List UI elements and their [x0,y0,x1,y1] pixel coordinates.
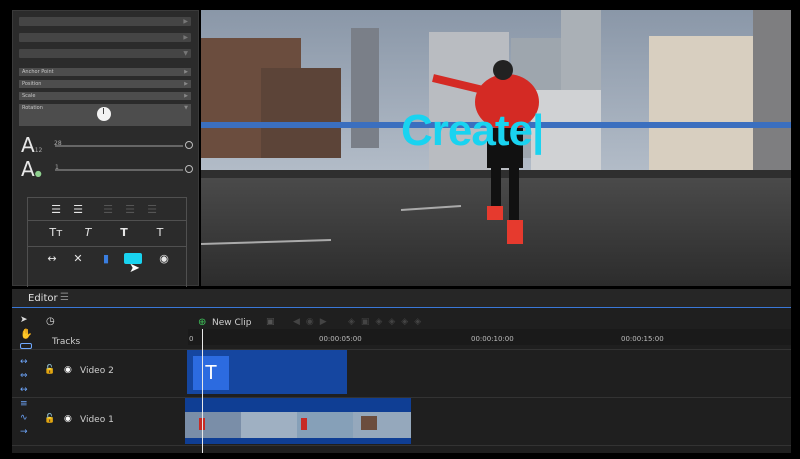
eye-icon[interactable]: ◉ [156,252,172,265]
rotation-dial[interactable] [97,107,111,121]
chevron-right-icon: ▶ [183,18,188,25]
arrow-tool-icon[interactable]: → [20,427,28,437]
chevron-down-icon: ▼ [183,50,188,57]
clip-letter: T [193,356,229,390]
letter-spacing-slider[interactable] [55,169,183,171]
chevron-right-icon: ▶ [184,81,188,87]
align-left-icon[interactable]: ☰ [48,203,64,216]
hand-tool-icon[interactable]: ✋ [20,329,32,340]
stack-tool-icon[interactable]: ≡ [20,399,28,409]
font-size-icon: A12 [21,133,43,157]
swap-horizontal-icon[interactable]: ↔ [42,252,62,265]
editor-panel: Editor ☰ ➤ ✋ ↔ ⇔ ↔ ≡ ∿ → ◷ Tracks ⊕ New … [12,289,791,453]
track-name: Video 1 [80,415,114,425]
timecode-10s: 00:00:10:00 [471,335,514,343]
align-distribute-icon[interactable]: ☰ [144,203,160,216]
trim-tool-icon[interactable]: ↔ [20,357,28,367]
trash-icon[interactable]: ▮ [98,252,114,265]
text-clip[interactable]: T [187,350,347,394]
menu-icon[interactable]: ☰ [60,292,69,303]
tracks-label: Tracks [52,337,81,347]
timecode-15s: 00:00:15:00 [621,335,664,343]
section-header-1[interactable]: ▶ [19,17,191,26]
align-right-icon[interactable]: ☰ [122,203,138,216]
track-lock-icon[interactable]: 🔓 [44,414,55,424]
letter-spacing-icon: A● [21,157,42,181]
curve-tool-icon[interactable]: ∿ [20,413,28,423]
tab-underline [12,307,791,308]
text-overlay[interactable]: Create| [401,106,544,156]
track-eye-icon[interactable]: ◉ [64,365,72,375]
timecode-0: 0 [189,335,194,343]
video-clip-thumbnails [185,412,411,438]
divider [12,349,791,350]
align-center-icon[interactable]: ☰ [100,203,116,216]
property-anchor-point[interactable]: Anchor Point ▶ [19,68,191,76]
close-icon[interactable]: ✕ [70,252,86,265]
new-clip-button[interactable]: New Clip [212,318,252,328]
video-preview[interactable]: Create| [201,10,791,286]
slip-tool-icon[interactable]: ⇔ [20,371,28,381]
video-clip[interactable] [185,398,411,444]
font-size-slider[interactable] [55,145,183,147]
properties-panel: ▶ ▶ ▼ Anchor Point ▶ Position ▶ Scale ▶ Rot… [12,10,199,287]
text-tools-box: ☰ ☰ ☰ ☰ ☰ Tт T T T ↔ ✕ ▮ ➤ ◉ [27,197,187,287]
section-header-2[interactable]: ▶ [19,33,191,42]
ripple-tool-icon[interactable]: ↔ [20,385,28,395]
cursor-icon: ➤ [129,261,140,276]
chevron-down-icon: ▼ [184,105,188,111]
bold-button[interactable]: T [116,226,132,239]
clock-icon[interactable]: ◷ [46,316,55,327]
editor-tab-bar [12,289,791,307]
playback-controls[interactable]: ◀◉▶ [293,317,333,327]
align-justify-icon[interactable]: ☰ [70,203,86,216]
small-caps-button[interactable]: Tт [46,226,66,239]
timecode-5s: 00:00:05:00 [319,335,362,343]
divider [12,445,791,446]
lock-icon[interactable]: ▣ [266,317,275,327]
slider-end-knob[interactable] [185,141,193,149]
track-eye-icon[interactable]: ◉ [64,414,72,424]
property-position[interactable]: Position ▶ [19,80,191,88]
property-rotation[interactable]: Rotation ▼ [19,104,191,126]
select-tool-icon[interactable]: ➤ [20,315,28,325]
italic-button[interactable]: T [80,226,96,239]
slider-end-knob[interactable] [185,165,193,173]
chevron-right-icon: ▶ [184,93,188,99]
chevron-right-icon: ▶ [183,34,188,41]
track-name: Video 2 [80,366,114,376]
track-lock-icon[interactable]: 🔓 [44,365,55,375]
edit-controls[interactable]: ◈▣◈◈◈◈ [348,317,427,327]
text-style-button[interactable]: T [152,226,168,239]
section-header-3[interactable]: ▼ [19,49,191,58]
chevron-right-icon: ▶ [184,69,188,75]
property-scale[interactable]: Scale ▶ [19,92,191,100]
add-clip-icon[interactable]: ⊕ [198,317,206,328]
playhead[interactable] [202,329,203,453]
editor-tab[interactable]: Editor [28,293,58,304]
